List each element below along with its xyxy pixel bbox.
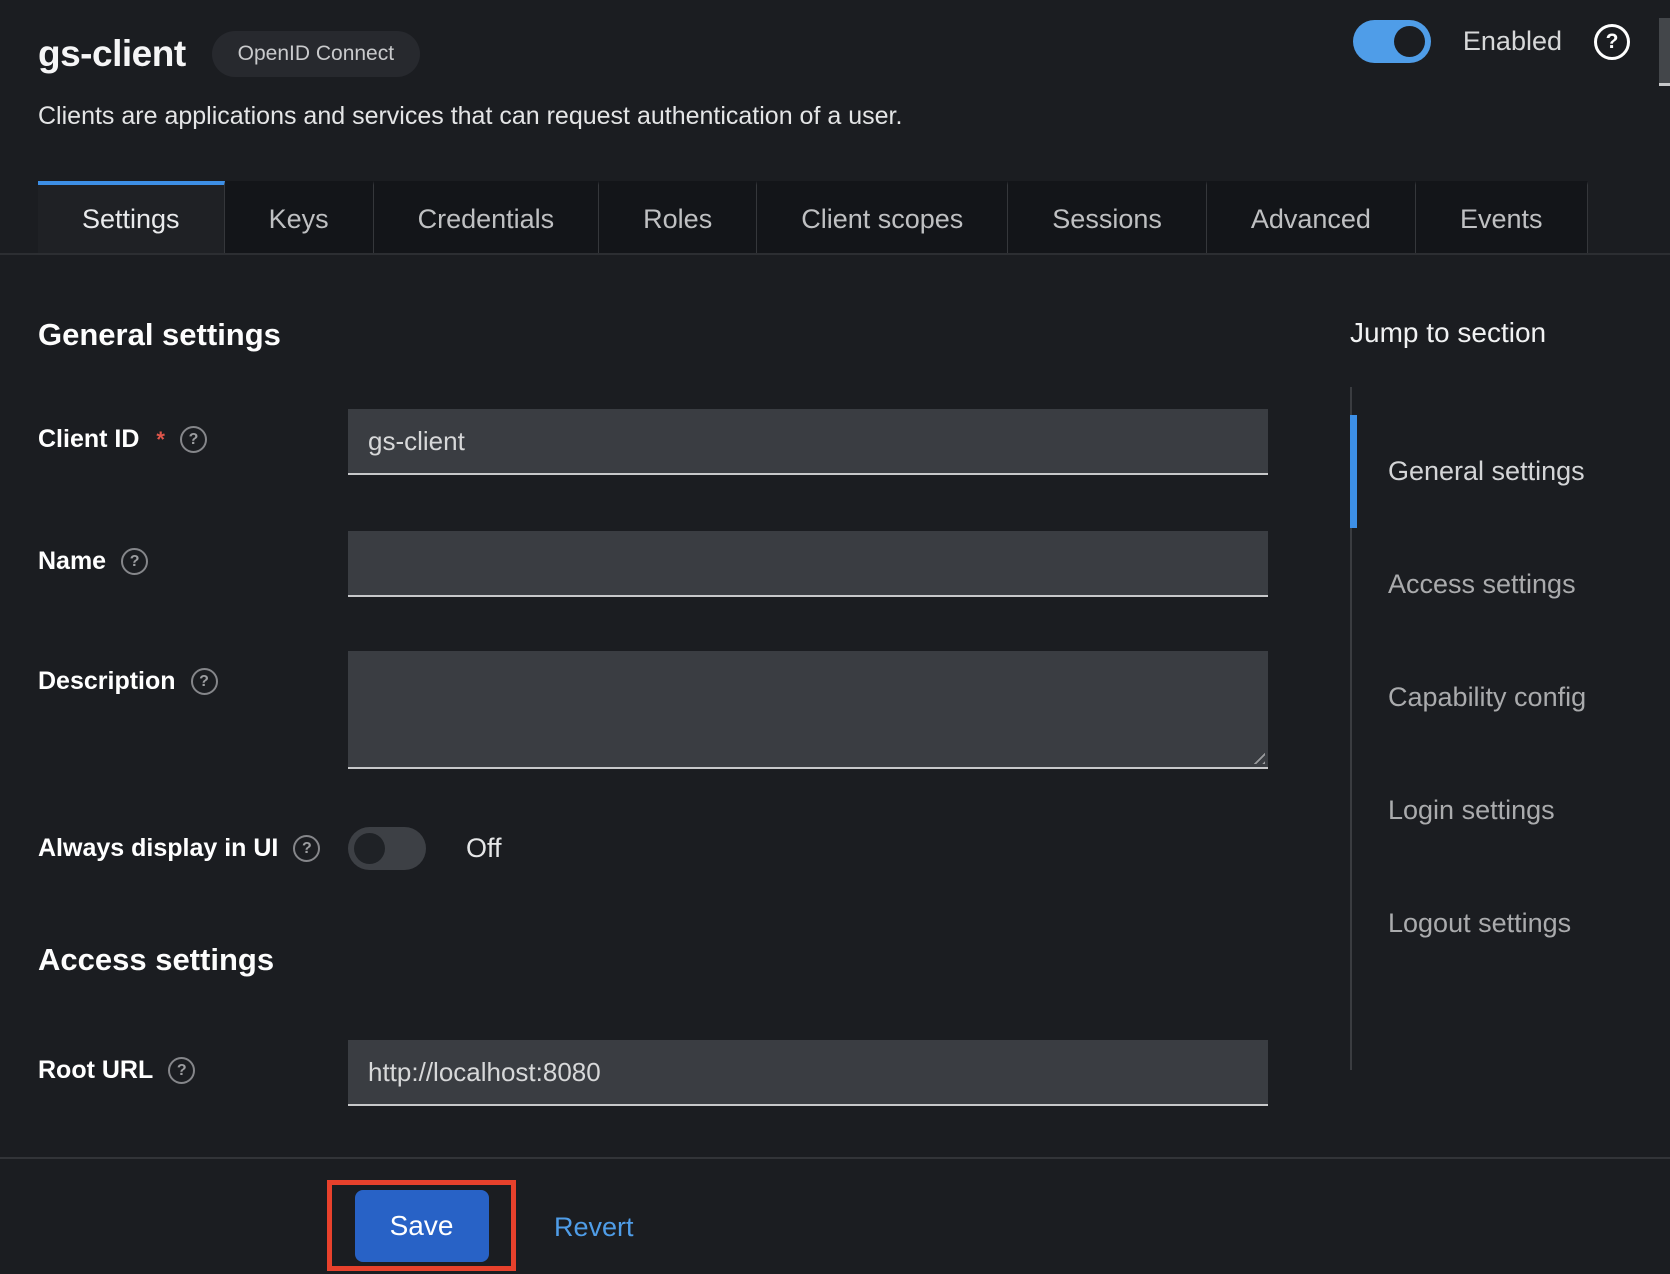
content-area: General settings Client ID * ? Name ? [0,255,1670,1106]
page-header: gs-client OpenID Connect Clients are app… [0,0,1670,131]
page-description: Clients are applications and services th… [38,102,1670,131]
name-help-icon[interactable]: ? [121,548,148,575]
client-protocol-badge: OpenID Connect [212,31,420,77]
tab-keys[interactable]: Keys [225,181,374,253]
jump-to-section-title: Jump to section [1350,317,1670,349]
vertical-scrollbar[interactable] [1659,18,1670,86]
jump-nav-list: General settingsAccess settingsCapabilit… [1350,387,1670,1070]
tab-events[interactable]: Events [1416,181,1588,253]
jump-nav-item-login-settings[interactable]: Login settings [1352,754,1670,867]
tab-advanced[interactable]: Advanced [1207,181,1416,253]
required-asterisk: * [156,427,165,453]
name-input[interactable] [348,531,1268,597]
description-help-icon[interactable]: ? [191,668,218,695]
tab-bar: SettingsKeysCredentialsRolesClient scope… [0,181,1670,255]
section-title-access: Access settings [38,942,1268,978]
save-button[interactable]: Save [355,1190,489,1262]
enabled-toggle-label: Enabled [1463,26,1562,57]
settings-form: General settings Client ID * ? Name ? [38,255,1268,1106]
tab-sessions[interactable]: Sessions [1008,181,1207,253]
always-display-help-icon[interactable]: ? [293,835,320,862]
page-title: gs-client [38,33,186,75]
tab-credentials[interactable]: Credentials [374,181,600,253]
client-id-input[interactable] [348,409,1268,475]
form-actions-footer: Save Revert [0,1157,1670,1274]
enabled-toggle[interactable] [1353,20,1431,63]
tab-client-scopes[interactable]: Client scopes [757,181,1008,253]
client-id-row: Client ID * ? [38,409,1268,475]
header-controls: Enabled ? [1353,20,1630,63]
always-display-toggle[interactable] [348,827,426,870]
toggle-knob [1394,26,1425,57]
always-display-row: Always display in UI ? Off [38,827,1268,870]
jump-nav-item-logout-settings[interactable]: Logout settings [1352,867,1670,980]
toggle-knob [354,833,385,864]
section-title-general: General settings [38,317,1268,353]
description-textarea[interactable] [348,651,1268,769]
description-label: Description [38,667,176,696]
jump-nav-item-access-settings[interactable]: Access settings [1352,528,1670,641]
root-url-label: Root URL [38,1056,153,1085]
name-row: Name ? [38,531,1268,597]
root-url-help-icon[interactable]: ? [168,1057,195,1084]
jump-to-section-panel: Jump to section General settingsAccess s… [1350,255,1670,1106]
revert-link[interactable]: Revert [554,1212,634,1243]
root-url-row: Root URL ? [38,1040,1268,1106]
client-id-label: Client ID [38,425,139,454]
name-label: Name [38,547,106,576]
always-display-label: Always display in UI [38,834,278,863]
description-row: Description ? [38,651,1268,769]
client-settings-page: gs-client OpenID Connect Clients are app… [0,0,1670,1274]
help-icon[interactable]: ? [1594,24,1630,60]
annotation-highlight-rectangle: Save [327,1180,516,1271]
tab-roles[interactable]: Roles [599,181,757,253]
tab-settings[interactable]: Settings [38,181,225,253]
client-id-help-icon[interactable]: ? [180,426,207,453]
jump-nav-item-general-settings[interactable]: General settings [1352,415,1670,528]
always-display-state-label: Off [466,833,502,864]
jump-nav-item-capability-config[interactable]: Capability config [1352,641,1670,754]
root-url-input[interactable] [348,1040,1268,1106]
